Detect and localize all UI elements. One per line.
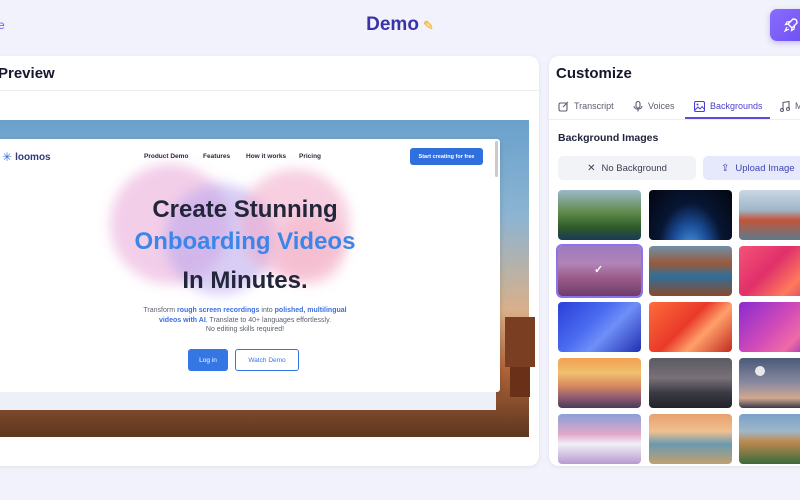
site-login-button[interactable]: Log in	[188, 349, 228, 371]
thumbnail-beach-sunset[interactable]	[649, 414, 732, 464]
site-preview-frame: ✳ loomos Product Demo Features How it wo…	[0, 139, 500, 392]
thumbnail-red-pink-waves[interactable]	[739, 246, 800, 296]
tab-label: Backgrounds	[710, 101, 763, 111]
site-watch-demo-button[interactable]: Watch Demo	[235, 349, 299, 371]
button-label: No Background	[601, 162, 667, 174]
image-icon	[694, 100, 705, 112]
music-note-icon	[780, 100, 790, 112]
thumbnail-green-cliffs-coast[interactable]	[558, 190, 641, 240]
tab-backgrounds[interactable]: Backgrounds	[694, 94, 763, 118]
title-wrap: Demo ✎	[0, 14, 800, 36]
thumbnail-blue-waves[interactable]	[558, 302, 641, 352]
tab-music[interactable]: M	[780, 94, 800, 118]
hero-line-1: Create Stunning	[152, 196, 338, 223]
customize-panel: Customize Transcript Voices Backgrounds …	[549, 56, 800, 466]
site-cta-button[interactable]: Start creating for free	[410, 148, 483, 165]
mesa-shape	[505, 317, 535, 367]
microphone-icon	[633, 100, 643, 112]
hero-body-part: No editing skills required!	[205, 326, 285, 333]
close-icon: ✕	[587, 162, 596, 174]
hero-line-3: In Minutes.	[182, 267, 308, 294]
thumbnail-pink-snowy-peaks[interactable]	[558, 414, 641, 464]
hero-body-part: into	[259, 307, 275, 314]
tab-voices[interactable]: Voices	[633, 94, 675, 118]
thumbnail-purple-desert-mesa[interactable]: ✓	[556, 244, 643, 298]
section-title: Background Images	[558, 132, 659, 144]
tab-label: Transcript	[574, 101, 614, 111]
thumbnail-orange-sunset-mountains[interactable]	[558, 358, 641, 408]
site-logo-text: loomos	[15, 151, 51, 163]
check-icon: ✓	[594, 264, 604, 276]
tab-transcript[interactable]: Transcript	[558, 94, 614, 118]
button-label: Upload Image	[735, 162, 795, 174]
thumbnail-canyon-lake[interactable]	[649, 246, 732, 296]
top-bar: e Demo ✎	[0, 0, 800, 52]
mesa-shape	[510, 367, 530, 397]
hero-body-part: Transform	[143, 307, 177, 314]
sparkle-icon: ✳	[2, 150, 13, 164]
site-nav-pricing[interactable]: Pricing	[299, 153, 321, 160]
divider	[0, 90, 539, 91]
site-nav-product-demo[interactable]: Product Demo	[144, 153, 188, 160]
divider	[549, 119, 800, 120]
hero-body-highlight: polished, multilingual	[274, 307, 347, 314]
launch-button[interactable]	[770, 9, 800, 41]
rocket-icon	[783, 18, 798, 33]
site-logo[interactable]: ✳ loomos	[2, 150, 51, 164]
hero-body-text: Transform rough screen recordings into p…	[0, 306, 500, 335]
thumbnail-green-hills-mountains[interactable]	[739, 414, 800, 464]
tab-label: Voices	[648, 101, 675, 111]
thumbnail-moon-dusk-tree[interactable]	[739, 358, 800, 408]
tab-label: M	[795, 101, 800, 111]
no-background-button[interactable]: ✕ No Background	[558, 156, 696, 180]
thumbnail-orange-red-waves[interactable]	[649, 302, 732, 352]
frame-bottom-strip	[0, 392, 496, 410]
upload-icon: ⇪	[721, 162, 730, 174]
edit-square-icon	[558, 101, 569, 112]
hero-body-highlight: videos with AI	[158, 316, 206, 324]
preview-title: Preview	[0, 65, 55, 82]
site-nav-how-it-works[interactable]: How it works	[246, 153, 286, 160]
preview-panel: Preview ✳ loomos Product Demo Features H…	[0, 56, 539, 466]
pencil-icon[interactable]: ✎	[423, 18, 434, 34]
hero-body-highlight: rough screen recordings	[176, 307, 260, 314]
customize-title: Customize	[556, 65, 632, 82]
thumbnail-magenta-waves[interactable]	[739, 302, 800, 352]
hero-line-2: Onboarding Videos	[134, 228, 356, 255]
thumbnail-misty-dark-mountains[interactable]	[649, 358, 732, 408]
thumbnail-golden-gate-bridge[interactable]	[739, 190, 800, 240]
hero-body-part: . Translate to 40+ languages effortlessl…	[205, 316, 332, 324]
thumbnail-earth-from-space[interactable]	[649, 190, 732, 240]
site-scrollbar[interactable]	[495, 141, 498, 177]
site-nav-features[interactable]: Features	[203, 153, 230, 160]
page-title: Demo	[366, 14, 419, 35]
upload-image-button[interactable]: ⇪ Upload Image	[703, 156, 800, 180]
moon-icon	[755, 366, 765, 376]
